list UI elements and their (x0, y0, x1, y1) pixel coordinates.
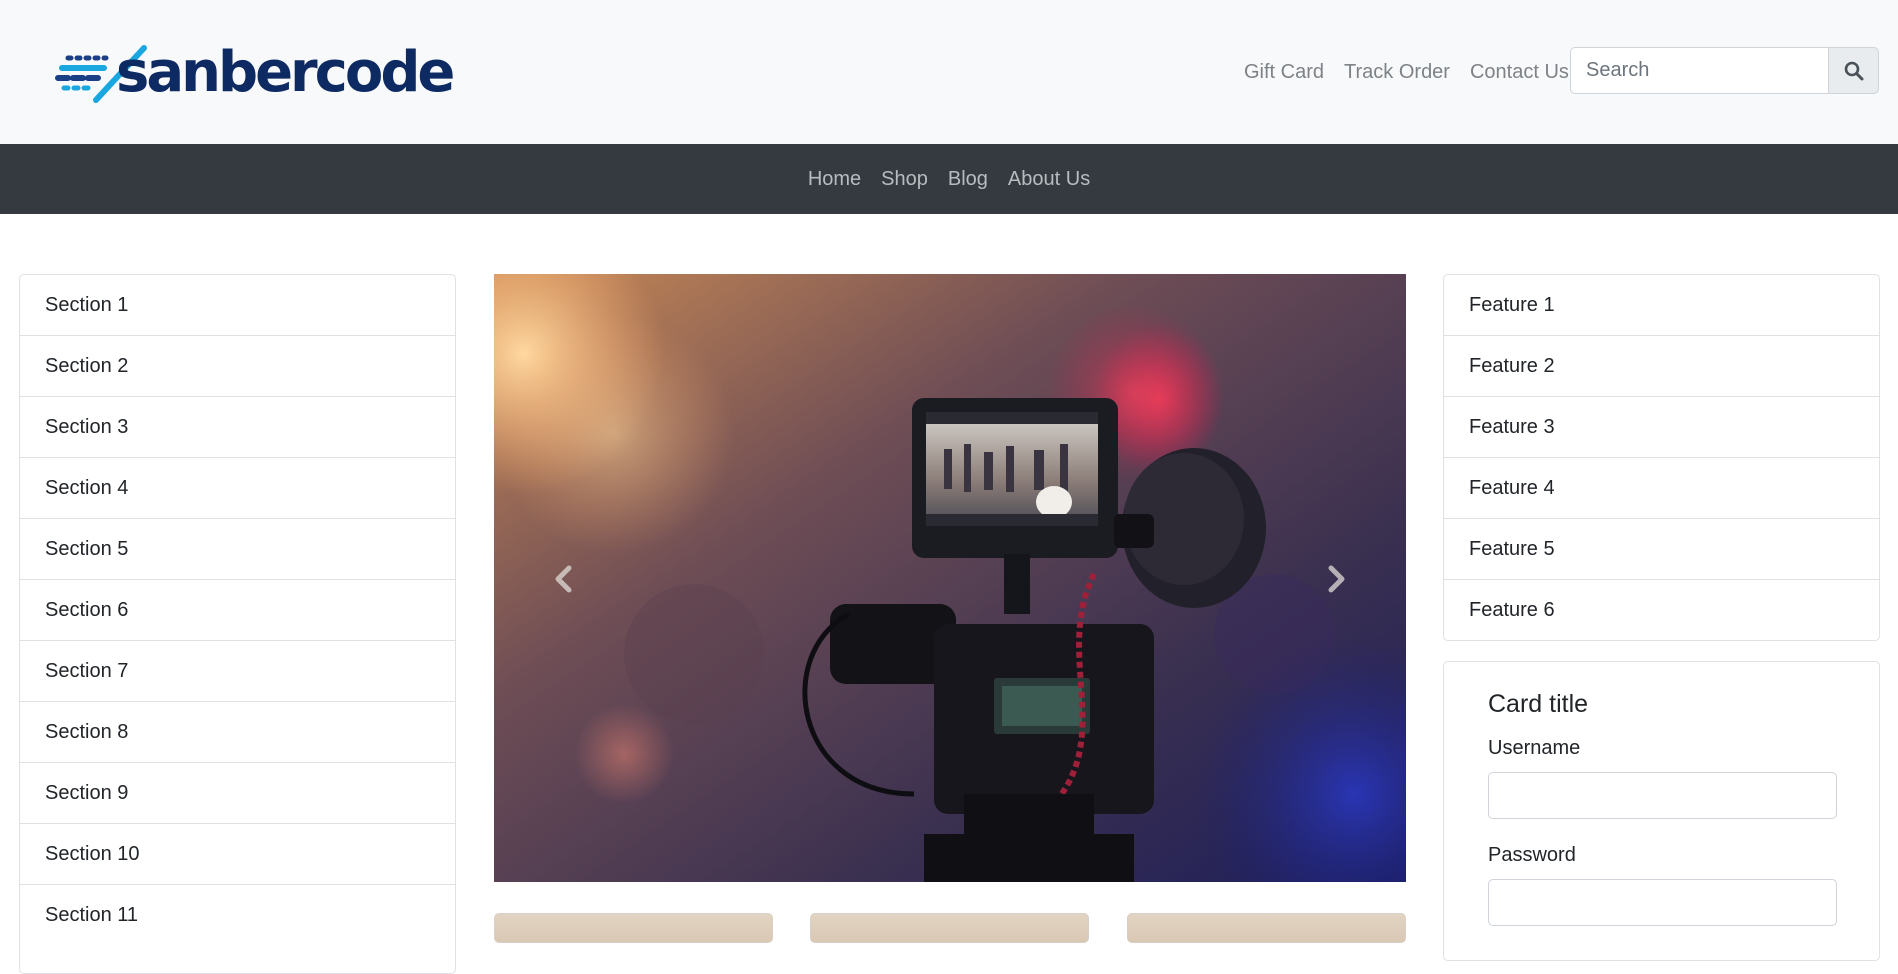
search-form (1570, 47, 1879, 94)
section-item-8[interactable]: Section 8 (20, 702, 455, 763)
carousel-next-button[interactable] (1291, 534, 1381, 624)
section-item-5[interactable]: Section 5 (20, 519, 455, 580)
logo-text: sanbercode (116, 40, 455, 105)
main-nav: Home Shop Blog About Us (0, 144, 1898, 214)
username-field[interactable] (1488, 772, 1837, 819)
section-item-9[interactable]: Section 9 (20, 763, 455, 824)
search-button[interactable] (1828, 47, 1879, 94)
section-item-3[interactable]: Section 3 (20, 397, 455, 458)
top-links: Gift Card Track Order Contact Us (1244, 59, 1569, 85)
product-thumbnail-1[interactable] (494, 913, 773, 943)
username-label: Username (1488, 737, 1581, 759)
section-item-11[interactable]: Section 11 (20, 885, 455, 946)
feature-item-3[interactable]: Feature 3 (1444, 397, 1879, 458)
nav-home[interactable]: Home (808, 166, 861, 192)
section-item-6[interactable]: Section 6 (20, 580, 455, 641)
password-field[interactable] (1488, 879, 1837, 926)
search-input[interactable] (1570, 47, 1828, 94)
track-order-link[interactable]: Track Order (1344, 59, 1450, 85)
nav-blog[interactable]: Blog (948, 166, 988, 192)
feature-item-1[interactable]: Feature 1 (1444, 275, 1879, 336)
card-title: Card title (1488, 690, 1589, 718)
features-list: Feature 1 Feature 2 Feature 3 Feature 4 … (1443, 274, 1880, 641)
feature-item-4[interactable]: Feature 4 (1444, 458, 1879, 519)
feature-item-6[interactable]: Feature 6 (1444, 580, 1879, 640)
section-item-1[interactable]: Section 1 (20, 275, 455, 336)
password-label: Password (1488, 844, 1576, 866)
contact-us-link[interactable]: Contact Us (1470, 59, 1569, 85)
section-item-4[interactable]: Section 4 (20, 458, 455, 519)
section-item-2[interactable]: Section 2 (20, 336, 455, 397)
feature-item-5[interactable]: Feature 5 (1444, 519, 1879, 580)
gift-card-link[interactable]: Gift Card (1244, 59, 1324, 85)
chevron-right-icon (1328, 565, 1345, 593)
carousel-prev-button[interactable] (519, 534, 609, 624)
sanbercode-logo[interactable]: sanbercode (54, 42, 455, 106)
carousel-image (494, 274, 1406, 882)
nav-about-us[interactable]: About Us (1008, 166, 1090, 192)
product-thumbnail-2[interactable] (810, 913, 1089, 943)
image-carousel (494, 274, 1406, 882)
feature-item-2[interactable]: Feature 2 (1444, 336, 1879, 397)
search-icon (1844, 61, 1863, 80)
section-item-10[interactable]: Section 10 (20, 824, 455, 885)
chevron-left-icon (555, 565, 572, 593)
product-thumbnail-3[interactable] (1127, 913, 1406, 943)
top-header: sanbercode Gift Card Track Order Contact… (0, 0, 1898, 144)
login-card: Card title Username Password (1443, 661, 1880, 961)
section-item-7[interactable]: Section 7 (20, 641, 455, 702)
sections-list: Section 1 Section 2 Section 3 Section 4 … (19, 274, 456, 974)
nav-shop[interactable]: Shop (881, 166, 928, 192)
